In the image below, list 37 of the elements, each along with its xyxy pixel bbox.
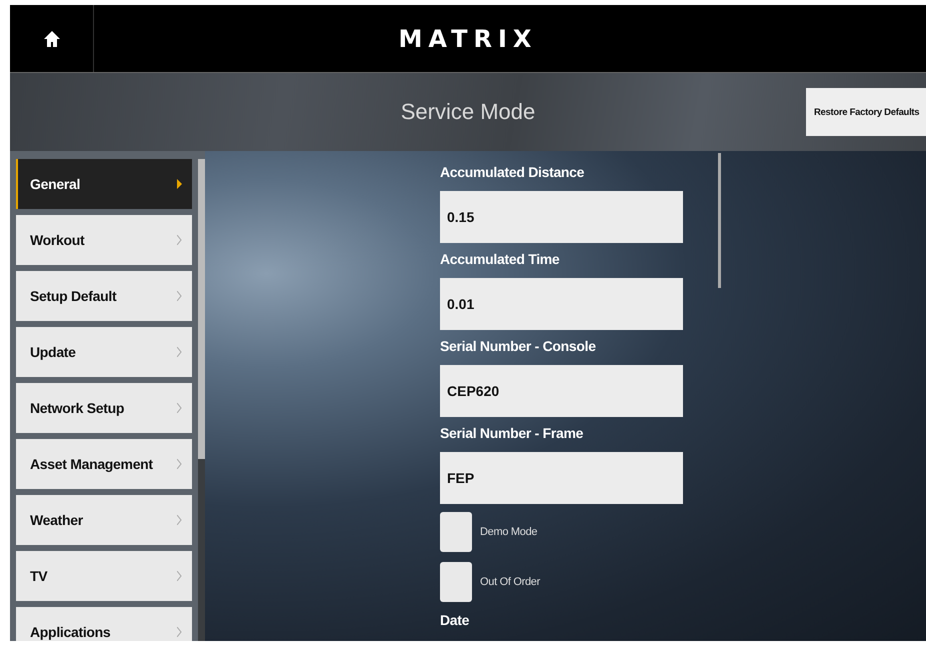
field-label: Serial Number - Frame bbox=[440, 424, 584, 442]
chevron-icon bbox=[177, 515, 182, 525]
section-heading: Date bbox=[440, 610, 470, 630]
menu-item[interactable]: Asset Management bbox=[16, 439, 192, 489]
menu-item[interactable]: Weather bbox=[16, 495, 192, 545]
chevron-icon bbox=[177, 347, 182, 357]
field-label: Serial Number - Console bbox=[440, 336, 597, 356]
chevron-icon bbox=[177, 403, 182, 413]
menu-item[interactable]: Setup Default bbox=[16, 271, 192, 321]
restore-defaults-button[interactable]: Restore Factory Defaults bbox=[806, 88, 926, 136]
chevron-icon bbox=[177, 627, 182, 637]
page-title: Service Mode bbox=[400, 99, 536, 125]
checkbox-label: Demo Mode bbox=[480, 526, 538, 538]
chevron-icon bbox=[177, 459, 182, 469]
input-field[interactable]: 0.15 bbox=[440, 191, 683, 243]
checkbox[interactable] bbox=[440, 512, 472, 552]
scrollbar-thumb[interactable] bbox=[198, 159, 205, 459]
chevron-icon bbox=[177, 571, 182, 581]
menu-item[interactable]: General bbox=[16, 159, 192, 209]
checkbox-label: Out Of Order bbox=[480, 576, 540, 588]
input-field[interactable]: 0.01 bbox=[440, 278, 683, 330]
chevron-icon bbox=[177, 291, 182, 301]
brand-logo: MATRIX bbox=[398, 24, 538, 54]
menu-item[interactable]: Network Setup bbox=[16, 383, 192, 433]
checkbox[interactable] bbox=[440, 562, 472, 602]
field-label: Accumulated Time bbox=[440, 250, 560, 268]
scrollbar-thumb[interactable] bbox=[718, 153, 721, 288]
input-field[interactable]: FEP bbox=[440, 452, 683, 504]
menu-item[interactable]: Workout bbox=[16, 215, 192, 265]
menu-item[interactable]: TV bbox=[16, 551, 192, 601]
menu-item[interactable]: Update bbox=[16, 327, 192, 377]
home-icon bbox=[42, 30, 60, 48]
input-field[interactable]: CEP620 bbox=[440, 365, 683, 417]
chevron-icon bbox=[177, 235, 182, 245]
chevron-icon bbox=[177, 179, 182, 189]
field-label: Accumulated Distance bbox=[440, 162, 586, 182]
menu-item[interactable]: Applications bbox=[16, 607, 192, 641]
